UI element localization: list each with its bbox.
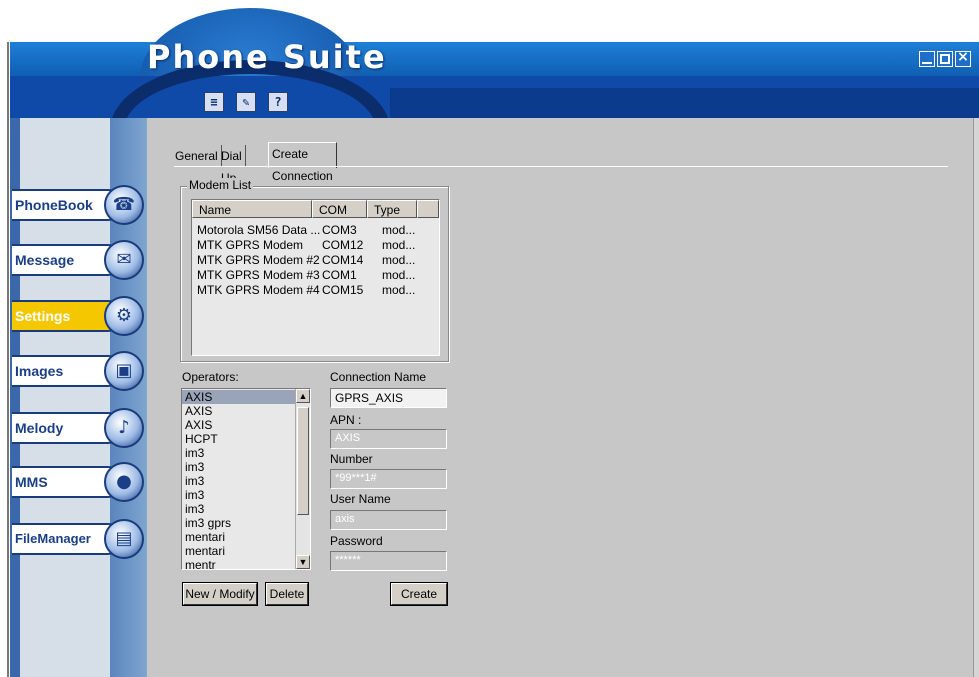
list-item[interactable]: AXIS [182,390,297,404]
connection-name-input[interactable]: GPRS_AXIS [330,388,447,408]
sidebar-item-mms[interactable]: MMS ● [12,462,144,502]
list-item[interactable]: mentr [185,558,216,569]
scroll-up-icon[interactable]: ▲ [296,389,310,403]
sidebar-item-message[interactable]: Message ✉ [12,240,144,280]
column-filler [417,200,439,218]
tab-dial-up[interactable]: Dial Up [218,145,246,185]
balloon-icon: ● [104,462,144,502]
operators-label: Operators: [182,370,239,384]
picture-icon: ▣ [104,351,144,391]
phone-icon: ☎ [104,185,144,225]
window-left-edge [0,42,10,677]
apn-label: APN : [330,413,362,427]
scroll-thumb[interactable] [297,407,309,515]
envelope-icon: ✉ [104,240,144,280]
tab-divider [174,166,948,167]
column-type[interactable]: Type [367,200,417,218]
list-item[interactable]: mentari [185,544,225,558]
sidebar-item-filemanager[interactable]: FileManager ▤ [12,519,144,559]
folder-icon: ▤ [104,519,144,559]
list-item[interactable]: im3 gprs [185,516,231,530]
list-item[interactable]: mentari [185,530,225,544]
sidebar-item-melody[interactable]: Melody ♪ [12,408,144,448]
modem-list[interactable]: Name COM Type Motorola SM56 Data ... COM… [191,199,440,356]
list-item[interactable]: im3 [185,488,204,502]
connection-name-label: Connection Name [330,370,427,384]
modem-list-header: Name COM Type [192,200,439,218]
table-row[interactable]: MTK GPRS Modem #3 COM1 mod... [192,268,439,283]
gear-icon: ⚙ [104,296,144,336]
app-window: Phone Suite ≡ ✎ ? PhoneBook ☎ Message ✉ … [0,0,979,677]
help-icon[interactable]: ? [268,92,288,112]
close-button[interactable] [955,49,971,67]
apn-input[interactable]: AXIS [330,429,447,449]
list-item[interactable]: AXIS [185,404,212,418]
password-label: Password [330,534,383,548]
number-label: Number [330,452,373,466]
tab-general[interactable]: General [172,145,222,167]
sidebar-item-settings[interactable]: Settings ⚙ [12,296,144,336]
list-item[interactable]: im3 [185,474,204,488]
edit-icon[interactable]: ✎ [236,92,256,112]
maximize-button[interactable] [937,51,953,67]
list-item[interactable]: im3 [185,446,204,460]
list-item[interactable]: HCPT [185,432,218,446]
delete-button[interactable]: Delete [265,582,309,606]
column-com[interactable]: COM [312,200,367,218]
table-row[interactable]: MTK GPRS Modem COM12 mod... [192,238,439,253]
list-item[interactable]: AXIS [185,418,212,432]
column-name[interactable]: Name [192,200,312,218]
notes-icon[interactable]: ≡ [204,92,224,112]
list-item[interactable]: im3 [185,460,204,474]
table-row[interactable]: MTK GPRS Modem #4 COM15 mod... [192,283,439,298]
create-button[interactable]: Create [390,582,448,606]
sidebar-item-images[interactable]: Images ▣ [12,351,144,391]
username-input[interactable]: axis [330,510,447,530]
operators-list[interactable]: AXIS AXIS AXIS HCPT im3 im3 im3 im3 im3 … [181,388,311,570]
number-input[interactable]: *99***1# [330,469,447,489]
app-title: Phone Suite [147,38,387,76]
username-label: User Name [330,492,391,506]
tab-create-connection[interactable]: Create Connection [268,142,337,183]
main-scrollbar[interactable] [973,118,979,677]
sidebar-item-phonebook[interactable]: PhoneBook ☎ [12,185,144,225]
table-row[interactable]: MTK GPRS Modem #2 COM14 mod... [192,253,439,268]
new-modify-button[interactable]: New / Modify [182,582,258,606]
modem-list-title: Modem List [187,178,254,192]
list-item[interactable]: im3 [185,502,204,516]
scroll-down-icon[interactable]: ▼ [296,555,310,569]
operators-scrollbar[interactable]: ▲ ▼ [295,389,310,569]
password-input[interactable]: ****** [330,551,447,571]
table-row[interactable]: Motorola SM56 Data ... COM3 mod... [192,223,439,238]
minimize-button[interactable] [919,51,935,67]
saxophone-icon: ♪ [104,408,144,448]
